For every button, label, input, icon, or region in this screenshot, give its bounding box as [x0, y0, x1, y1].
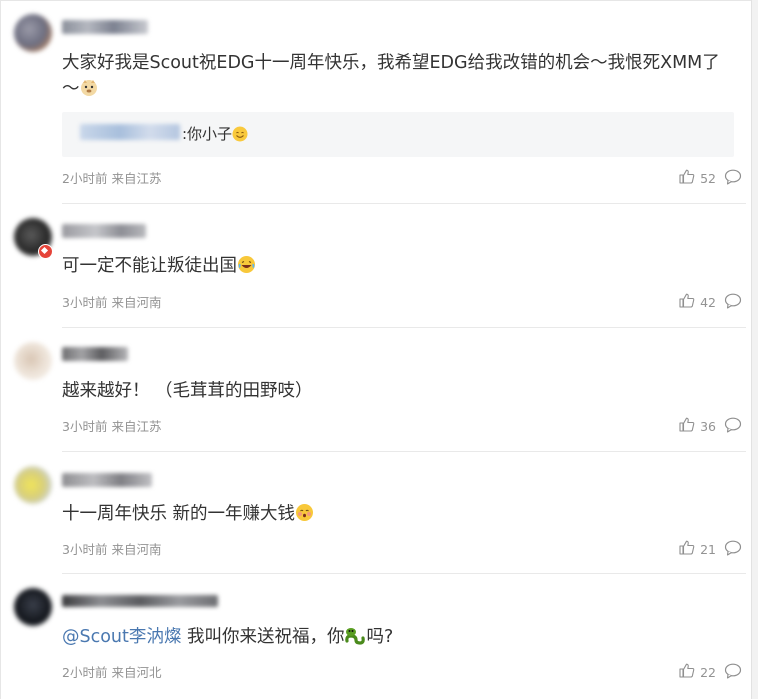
comment-meta: 3小时前 来自江苏 [62, 416, 161, 435]
comment-text: 可一定不能让叛徒出国 [62, 253, 256, 282]
username[interactable] [62, 595, 218, 607]
comment-bubble-icon[interactable] [724, 540, 742, 556]
comment-meta: 2小时前 来自江苏 [62, 168, 161, 187]
comment-meta: 3小时前 来自河南 [62, 539, 161, 558]
laugh-cry-emoji-icon [237, 255, 256, 282]
comment-item: 大家好我是Scout祝EDG十一周年快乐，我希望EDG给我改错的机会～我恨死XM… [0, 0, 752, 204]
like-count: 42 [700, 294, 716, 310]
thumbs-up-icon [679, 169, 695, 187]
comment-text-body: 十一周年快乐 新的一年赚大钱 [62, 504, 296, 524]
avatar[interactable] [14, 466, 52, 504]
quoted-text: :你小子 [182, 123, 248, 146]
comment-location: 来自江苏 [111, 171, 162, 186]
comment-text: 大家好我是Scout祝EDG十一周年快乐，我希望EDG给我改错的机会～我恨死XM… [62, 50, 732, 105]
like-count: 36 [700, 418, 716, 434]
doge-emoji-icon [80, 79, 98, 105]
quoted-reply[interactable]: :你小子 [62, 112, 734, 157]
thumbs-up-icon [679, 663, 695, 681]
comment-time: 3小时前 [62, 295, 108, 310]
comment-item: 越来越好！ （毛茸茸的田野吱） 3小时前 来自江苏 36 [0, 328, 752, 452]
comment-time: 2小时前 [62, 665, 108, 680]
username[interactable] [62, 20, 148, 34]
like-count: 21 [700, 541, 716, 557]
comment-bubble-icon[interactable] [724, 417, 742, 433]
comment-location: 来自河南 [111, 295, 162, 310]
thumbs-up-icon [679, 417, 695, 435]
comment-text: @Scout李汭燦 我叫你来送祝福，你 吗? [62, 624, 393, 653]
comment-text-body: 越来越好！ （毛茸茸的田野吱） [62, 381, 313, 401]
thumbs-up-icon [679, 540, 695, 558]
comment-text: 越来越好！ （毛茸茸的田野吱） [62, 378, 313, 404]
like-button[interactable]: 36 [679, 417, 716, 435]
like-button[interactable]: 42 [679, 293, 716, 311]
comment-bubble-icon[interactable] [724, 293, 742, 309]
username[interactable] [62, 473, 152, 487]
comment-bubble-icon[interactable] [724, 169, 742, 185]
comment-time: 3小时前 [62, 542, 108, 557]
comment-text-body: 我叫你来送祝福，你 [181, 627, 345, 647]
like-count: 52 [700, 170, 716, 186]
mention-link[interactable]: @Scout李汭燦 [62, 627, 181, 647]
verified-badge-icon [38, 244, 53, 259]
comment-text-tail: 吗? [366, 627, 394, 647]
like-button[interactable]: 52 [679, 169, 716, 187]
smile-emoji-icon [232, 126, 248, 146]
avatar[interactable] [14, 14, 52, 52]
scrollbar-track[interactable] [751, 0, 758, 699]
comment-meta: 2小时前 来自河北 [62, 662, 161, 681]
thumbs-up-icon [679, 293, 695, 311]
quoted-text-body: :你小子 [182, 125, 233, 143]
snake-emoji-icon [344, 626, 366, 653]
comment-item: @Scout李汭燦 我叫你来送祝福，你 吗? 2小时前 来自河北 22 [0, 574, 752, 699]
like-button[interactable]: 21 [679, 540, 716, 558]
comment-text: 十一周年快乐 新的一年赚大钱 [62, 501, 314, 530]
comment-text-body: 可一定不能让叛徒出国 [62, 256, 237, 276]
comment-item: 可一定不能让叛徒出国 3小时前 来自河南 42 [0, 204, 752, 328]
comment-location: 来自江苏 [111, 419, 162, 434]
avatar[interactable] [14, 342, 52, 380]
comment-bubble-icon[interactable] [724, 663, 742, 679]
avatar[interactable] [14, 588, 52, 626]
comment-text-body: 大家好我是Scout祝EDG十一周年快乐，我希望EDG给我改错的机会～我恨死XM… [62, 53, 720, 99]
username[interactable] [62, 224, 146, 238]
like-button[interactable]: 22 [679, 663, 716, 681]
comment-item: 十一周年快乐 新的一年赚大钱 3小时前 来自河南 21 [0, 452, 752, 574]
comment-location: 来自河北 [111, 665, 162, 680]
comment-time: 2小时前 [62, 171, 108, 186]
like-count: 22 [700, 664, 716, 680]
comment-location: 来自河南 [111, 542, 162, 557]
username[interactable] [62, 347, 128, 361]
comment-time: 3小时前 [62, 419, 108, 434]
shy-emoji-icon [295, 503, 314, 530]
comment-meta: 3小时前 来自河南 [62, 292, 161, 311]
quoted-username[interactable] [80, 124, 180, 140]
